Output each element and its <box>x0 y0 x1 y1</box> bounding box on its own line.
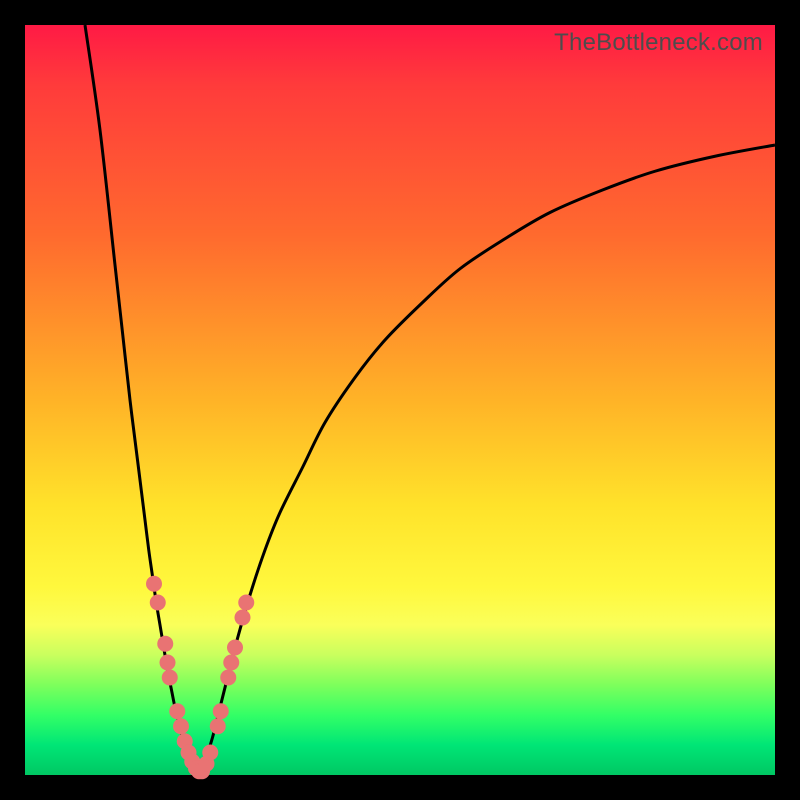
data-marker <box>238 595 254 611</box>
data-marker <box>202 745 218 761</box>
data-marker <box>150 595 166 611</box>
data-marker <box>169 703 185 719</box>
data-marker <box>173 718 189 734</box>
data-marker <box>220 670 236 686</box>
data-marker <box>146 576 162 592</box>
data-marker <box>157 636 173 652</box>
data-marker <box>227 640 243 656</box>
data-marker <box>235 610 251 626</box>
curve-layer <box>25 25 775 775</box>
data-marker <box>162 670 178 686</box>
right-curve <box>198 145 776 771</box>
data-marker <box>213 703 229 719</box>
data-marker <box>210 718 226 734</box>
data-marker <box>160 655 176 671</box>
plot-area: TheBottleneck.com <box>25 25 775 775</box>
chart-stage: TheBottleneck.com <box>0 0 800 800</box>
left-curve <box>85 25 198 771</box>
data-marker <box>223 655 239 671</box>
marker-group <box>146 576 254 780</box>
